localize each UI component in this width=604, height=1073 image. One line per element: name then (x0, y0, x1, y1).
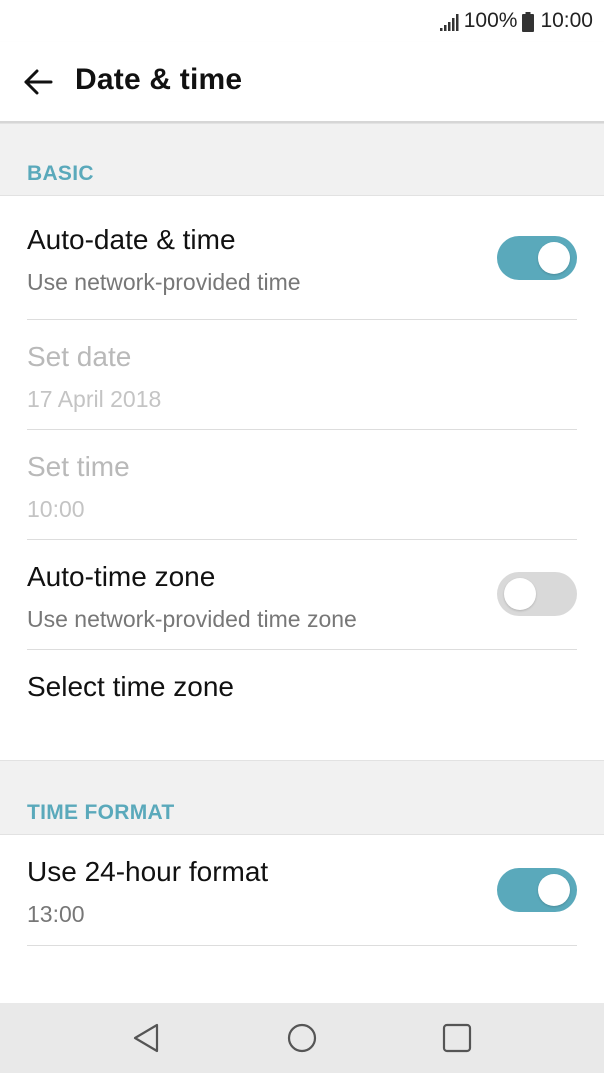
section-header-label: BASIC (27, 162, 94, 185)
battery-icon (522, 11, 535, 32)
signal-icon (439, 13, 459, 31)
status-time: 10:00 (540, 9, 593, 32)
switch-thumb (504, 578, 536, 610)
setting-auto-time-zone[interactable]: Auto-time zone Use network-provided time… (0, 540, 604, 650)
nav-back-icon (133, 1023, 159, 1053)
status-indicators: 100% 10:00 (439, 8, 593, 34)
setting-summary: Use network-provided time zone (27, 606, 357, 632)
switch-thumb (538, 242, 570, 274)
setting-title: Use 24-hour format (27, 856, 269, 887)
setting-summary: 17 April 2018 (27, 386, 162, 412)
setting-summary: 13:00 (27, 901, 85, 927)
nav-home-icon (287, 1023, 317, 1053)
setting-title: Select time zone (27, 671, 234, 702)
setting-set-date[interactable]: Set date 17 April 2018 (0, 320, 604, 430)
setting-summary: 10:00 (27, 496, 85, 522)
setting-set-time[interactable]: Set time 10:00 (0, 430, 604, 540)
section-header-basic: BASIC (0, 123, 604, 196)
setting-summary: Use network-provided time (27, 269, 301, 295)
auto-date-time-switch[interactable] (497, 236, 577, 280)
arrow-back-icon (24, 69, 53, 95)
navigation-bar (0, 1003, 604, 1073)
setting-title: Auto-time zone (27, 561, 216, 592)
setting-auto-date-time[interactable]: Auto-date & time Use network-provided ti… (0, 196, 604, 320)
divider (27, 945, 577, 946)
back-button[interactable] (20, 64, 56, 100)
nav-back-button[interactable] (128, 1020, 164, 1056)
setting-use-24-hour-format[interactable]: Use 24-hour format 13:00 (0, 835, 604, 946)
status-bar: 100% 10:00 (0, 0, 604, 42)
setting-title: Set date (27, 341, 132, 372)
setting-title: Set time (27, 451, 130, 482)
nav-recents-button[interactable] (439, 1020, 475, 1056)
switch-thumb (538, 874, 570, 906)
nav-home-button[interactable] (284, 1020, 320, 1056)
use-24-hour-switch[interactable] (497, 868, 577, 912)
app-bar: Date & time (0, 42, 604, 123)
page-title: Date & time (75, 63, 243, 96)
setting-title: Auto-date & time (27, 224, 236, 255)
section-header-label: TIME FORMAT (27, 801, 175, 824)
auto-time-zone-switch[interactable] (497, 572, 577, 616)
setting-select-time-zone[interactable]: Select time zone (0, 650, 604, 760)
section-header-time-format: TIME FORMAT (0, 760, 604, 835)
battery-percent: 100% (463, 9, 518, 32)
nav-recents-icon (442, 1023, 472, 1053)
